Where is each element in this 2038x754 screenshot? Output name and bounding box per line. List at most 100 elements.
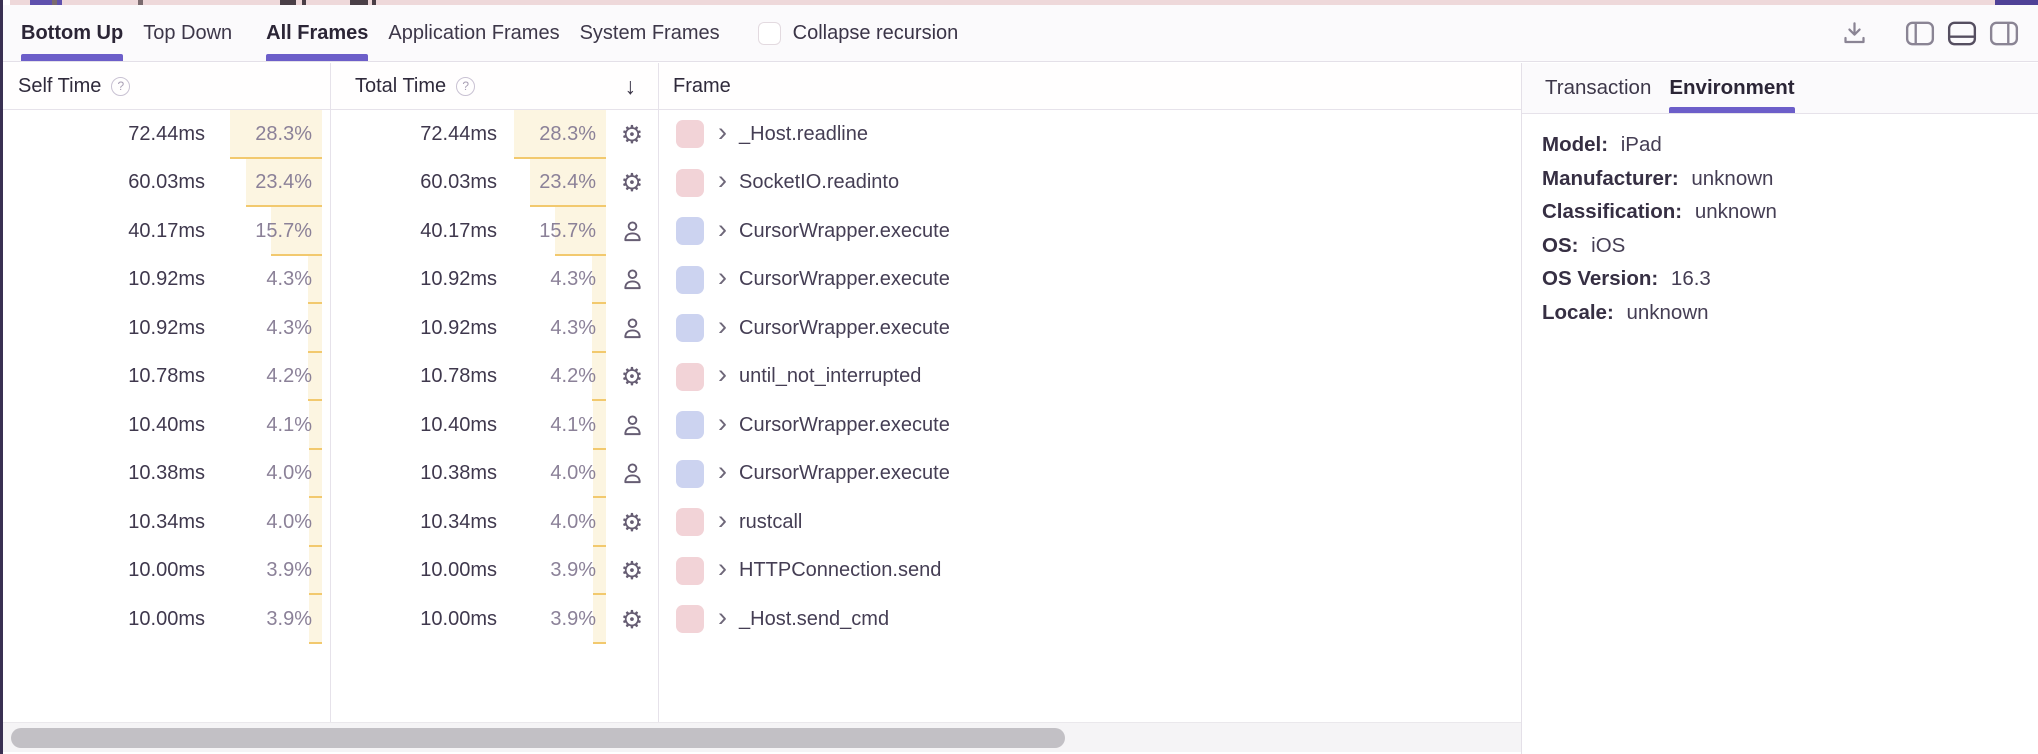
environment-field-value: 16.3: [1665, 267, 1711, 290]
column-header-self-time[interactable]: Self Time ?: [3, 63, 330, 109]
tab-application-frames[interactable]: Application Frames: [388, 5, 559, 61]
self-pct-cell: 4.0%: [205, 498, 322, 547]
total-pct-value: 3.9%: [550, 559, 606, 582]
self-time-cell: 60.03ms 23.4%: [3, 159, 330, 208]
frame-row[interactable]: 10.38ms 4.0% 10.38ms 4.0% › Cu: [3, 450, 1521, 499]
collapse-recursion-control[interactable]: Collapse recursion: [758, 22, 959, 45]
self-pct-value: 4.0%: [266, 511, 322, 534]
frame-color-swatch: [676, 363, 704, 391]
gear-icon: ⚙: [621, 607, 643, 632]
frame-row[interactable]: 10.92ms 4.3% 10.92ms 4.3% › Cu: [3, 256, 1521, 305]
tab-all-frames[interactable]: All Frames: [266, 5, 368, 61]
environment-field-label: OS:: [1542, 234, 1578, 257]
details-tab-environment[interactable]: Environment: [1669, 63, 1794, 113]
profiler-frames-view: Bottom Up Top Down All Frames Applicatio…: [0, 0, 2038, 754]
gear-icon: ⚙: [621, 510, 643, 535]
frame-row[interactable]: 10.00ms 3.9% 10.00ms 3.9% ⚙ › H: [3, 547, 1521, 596]
self-time-cell: 10.38ms 4.0%: [3, 450, 330, 499]
details-tab-label: Environment: [1669, 76, 1794, 100]
self-time-cell: 10.34ms 4.0%: [3, 498, 330, 547]
expand-chevron-icon[interactable]: ›: [718, 458, 727, 485]
total-pct-cell: 4.0%: [497, 450, 606, 499]
frame-cell: › CursorWrapper.execute: [658, 304, 1521, 353]
self-pct-cell: 15.7%: [205, 207, 322, 256]
frame-name: _Host.readline: [739, 123, 868, 146]
frame-name: CursorWrapper.execute: [739, 317, 950, 340]
frame-color-swatch: [676, 314, 704, 342]
total-time-value: 10.92ms: [330, 256, 497, 305]
frame-row[interactable]: 10.92ms 4.3% 10.92ms 4.3% › Cu: [3, 304, 1521, 353]
total-pct-cell: 28.3%: [497, 110, 606, 159]
expand-chevron-icon[interactable]: ›: [718, 264, 727, 291]
collapse-recursion-checkbox[interactable]: [758, 22, 781, 45]
frame-row[interactable]: 10.40ms 4.1% 10.40ms 4.1% › Cu: [3, 401, 1521, 450]
column-header-total-time[interactable]: Total Time ? ↓: [330, 63, 658, 109]
frame-cell: › _Host.send_cmd: [658, 595, 1521, 644]
frame-cell: › CursorWrapper.execute: [658, 401, 1521, 450]
total-time-cell: 40.17ms 15.7%: [330, 207, 658, 256]
details-tab-transaction[interactable]: Transaction: [1545, 63, 1651, 113]
frame-row[interactable]: 72.44ms 28.3% 72.44ms 28.3% ⚙ ›: [3, 110, 1521, 159]
download-icon[interactable]: [1839, 18, 1869, 48]
environment-field-value: unknown: [1686, 167, 1774, 190]
self-pct-cell: 4.1%: [205, 401, 322, 450]
self-pct-value: 15.7%: [255, 220, 322, 243]
collapse-recursion-label: Collapse recursion: [793, 22, 959, 45]
environment-field-label: Locale:: [1542, 301, 1614, 324]
total-time-cell: 72.44ms 28.3% ⚙: [330, 110, 658, 159]
frame-row[interactable]: 40.17ms 15.7% 40.17ms 15.7% ›: [3, 207, 1521, 256]
expand-chevron-icon[interactable]: ›: [718, 216, 727, 243]
environment-field-value: iPad: [1615, 133, 1662, 156]
frame-row[interactable]: 10.34ms 4.0% 10.34ms 4.0% ⚙ › r: [3, 498, 1521, 547]
horizontal-scrollbar-track[interactable]: [3, 722, 1521, 752]
expand-chevron-icon[interactable]: ›: [718, 361, 727, 388]
total-pct-value: 23.4%: [539, 171, 606, 194]
frame-row[interactable]: 10.00ms 3.9% 10.00ms 3.9% ⚙ › _: [3, 595, 1521, 644]
environment-field: Locale: unknown: [1542, 296, 2038, 330]
total-time-cell: 10.92ms 4.3%: [330, 256, 658, 305]
self-time-cell: 10.92ms 4.3%: [3, 256, 330, 305]
frame-cell: › CursorWrapper.execute: [658, 256, 1521, 305]
expand-chevron-icon[interactable]: ›: [718, 167, 727, 194]
user-icon: [621, 220, 644, 243]
tab-system-frames[interactable]: System Frames: [580, 5, 720, 61]
expand-chevron-icon[interactable]: ›: [718, 555, 727, 582]
total-pct-cell: 23.4%: [497, 159, 606, 208]
self-pct-cell: 23.4%: [205, 159, 322, 208]
frame-name: CursorWrapper.execute: [739, 268, 950, 291]
gear-icon: ⚙: [621, 170, 643, 195]
toolbar-icons: [1839, 18, 2038, 48]
help-icon[interactable]: ?: [456, 77, 475, 96]
total-pct-value: 4.3%: [550, 317, 606, 340]
tab-bottom-up[interactable]: Bottom Up: [21, 5, 123, 61]
self-pct-value: 28.3%: [255, 123, 322, 146]
frames-table-body: 72.44ms 28.3% 72.44ms 28.3% ⚙ ›: [3, 110, 1521, 644]
help-icon[interactable]: ?: [111, 77, 130, 96]
frame-color-swatch: [676, 411, 704, 439]
expand-chevron-icon[interactable]: ›: [718, 604, 727, 631]
self-time-value: 10.00ms: [3, 595, 205, 644]
layout-right-panel-icon[interactable]: [1989, 18, 2019, 48]
column-header-frame[interactable]: Frame: [658, 63, 1521, 109]
layout-bottom-panel-icon[interactable]: [1947, 18, 1977, 48]
frame-row[interactable]: 60.03ms 23.4% 60.03ms 23.4% ⚙ ›: [3, 159, 1521, 208]
layout-left-panel-icon[interactable]: [1905, 18, 1935, 48]
self-pct-value: 23.4%: [255, 171, 322, 194]
self-time-value: 10.92ms: [3, 304, 205, 353]
expand-chevron-icon[interactable]: ›: [718, 119, 727, 146]
total-time-value: 10.78ms: [330, 353, 497, 402]
frame-row[interactable]: 10.78ms 4.2% 10.78ms 4.2% ⚙ › u: [3, 353, 1521, 402]
total-pct-value: 28.3%: [539, 123, 606, 146]
total-pct-cell: 4.3%: [497, 256, 606, 305]
expand-chevron-icon[interactable]: ›: [718, 313, 727, 340]
environment-field-value: unknown: [1621, 301, 1709, 324]
frame-name: until_not_interrupted: [739, 365, 921, 388]
environment-field: OS: iOS: [1542, 229, 2038, 263]
total-time-cell: 10.40ms 4.1%: [330, 401, 658, 450]
frame-name: CursorWrapper.execute: [739, 220, 950, 243]
expand-chevron-icon[interactable]: ›: [718, 410, 727, 437]
expand-chevron-icon[interactable]: ›: [718, 507, 727, 534]
tab-top-down[interactable]: Top Down: [143, 5, 232, 61]
frame-color-swatch: [676, 557, 704, 585]
horizontal-scrollbar-thumb[interactable]: [11, 728, 1065, 748]
